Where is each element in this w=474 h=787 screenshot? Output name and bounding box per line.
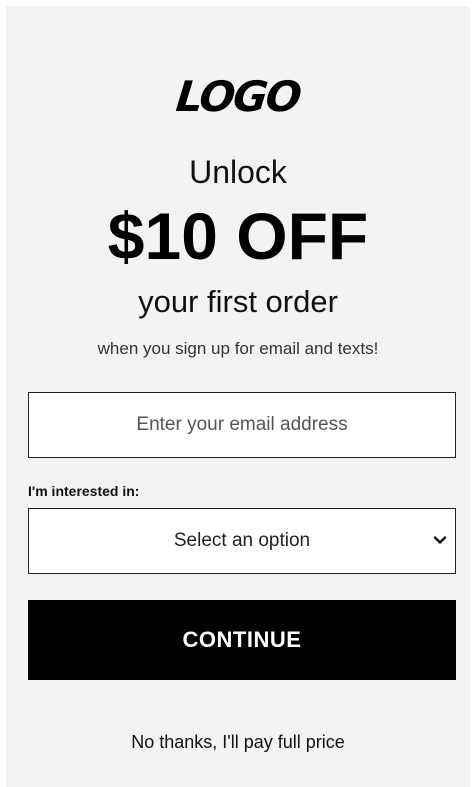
discount-amount: $10 OFF xyxy=(107,199,369,273)
signup-popup: LOGO Unlock $10 OFF your first order whe… xyxy=(6,6,470,787)
signup-subtext: when you sign up for email and texts! xyxy=(97,339,379,358)
interest-select-value: Select an option xyxy=(173,530,311,551)
decline-offer-link[interactable]: No thanks, I'll pay full price xyxy=(6,732,470,753)
interest-label: I'm interested in: xyxy=(28,483,140,499)
email-input[interactable] xyxy=(28,392,456,458)
continue-button[interactable]: CONTINUE xyxy=(28,600,456,680)
chevron-down-icon xyxy=(433,536,447,544)
headline-unlock: Unlock xyxy=(189,154,287,190)
brand-logo: LOGO xyxy=(173,72,303,121)
interest-select[interactable]: Select an option xyxy=(28,508,456,574)
headline-first-order: your first order xyxy=(138,284,338,319)
